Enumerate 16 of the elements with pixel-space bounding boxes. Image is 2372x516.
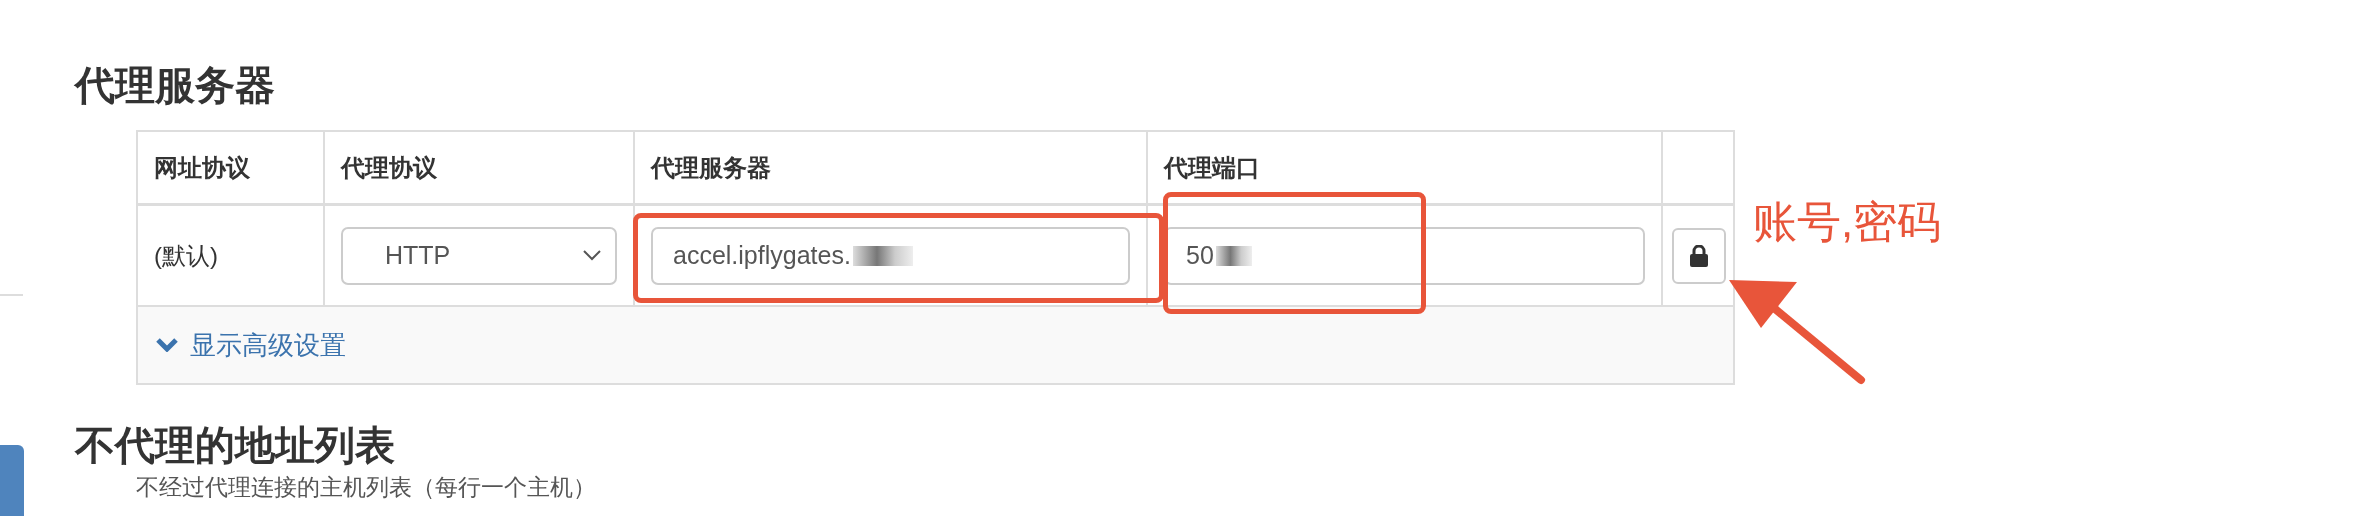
redaction-mark (852, 245, 913, 266)
annotation-text: 账号,密码 (1753, 196, 1942, 248)
lock-icon (1689, 244, 1709, 267)
section-heading: 代理服务器 (75, 62, 276, 109)
column-header: 代理端口 (1147, 131, 1662, 205)
column-header: 代理服务器 (634, 131, 1147, 205)
description-text: 不经过代理连接的主机列表（每行一个主机） (136, 473, 597, 501)
chevron-down-icon (583, 250, 601, 261)
redaction-mark (1215, 245, 1252, 266)
server-input[interactable]: accel.ipflygates. (651, 226, 1130, 285)
lock-button[interactable] (1672, 227, 1726, 284)
column-header: 代理协议 (324, 131, 634, 205)
protocol-select[interactable]: HTTP (341, 226, 617, 285)
advanced-settings-link[interactable]: 显示高级设置 (156, 327, 346, 363)
section-heading: 不代理的地址列表 (75, 422, 396, 469)
column-header: 网址协议 (137, 131, 324, 205)
